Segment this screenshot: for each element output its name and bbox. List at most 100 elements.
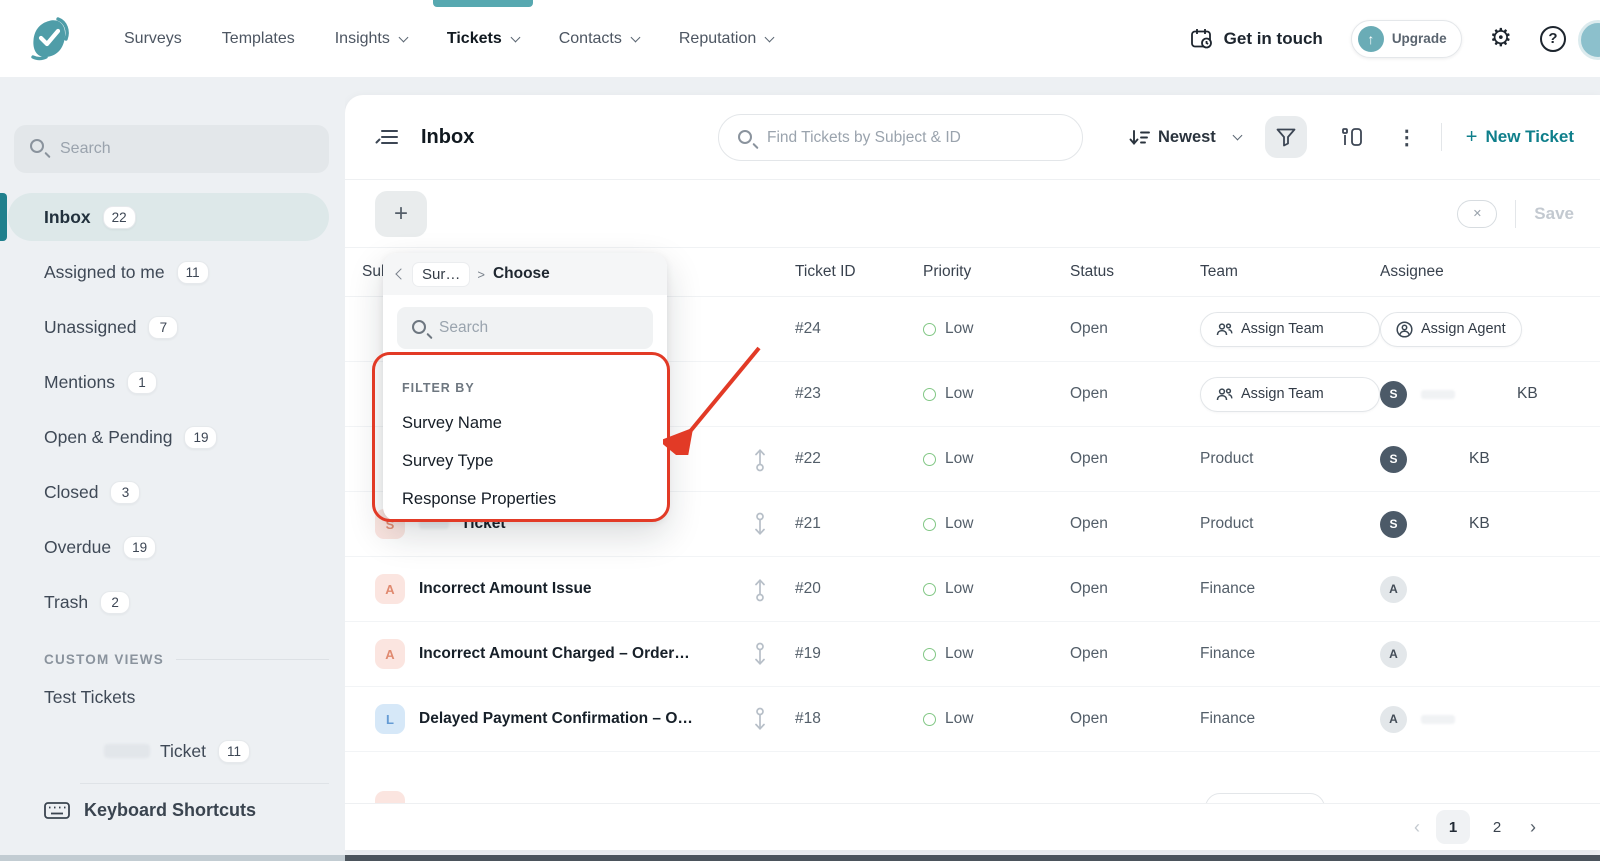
window-edge	[0, 855, 345, 861]
page-2[interactable]: 2	[1480, 810, 1514, 844]
sidebar-item-mentions[interactable]: Mentions1	[8, 358, 329, 406]
chevron-down-icon	[1232, 131, 1242, 141]
back-chevron-icon[interactable]	[395, 268, 406, 279]
priority-dot-icon	[923, 583, 936, 596]
sidebar-item-overdue[interactable]: Overdue19	[8, 523, 329, 571]
next-page-icon[interactable]: ›	[1524, 817, 1542, 838]
search-icon	[738, 130, 752, 144]
keyboard-shortcuts-label: Keyboard Shortcuts	[84, 800, 256, 821]
settings-gear-icon[interactable]: ⚙	[1490, 26, 1512, 51]
app-logo[interactable]	[0, 15, 100, 63]
filter-option-response-properties[interactable]: Response Properties	[402, 490, 653, 509]
add-filter-button[interactable]: +	[375, 191, 427, 237]
nav-item-reputation[interactable]: Reputation	[679, 0, 773, 77]
sidebar-search-input[interactable]	[14, 125, 329, 173]
nav-item-surveys[interactable]: Surveys	[124, 0, 182, 77]
filter-option-survey-type[interactable]: Survey Type	[402, 452, 653, 471]
keyboard-shortcuts-button[interactable]: Keyboard Shortcuts	[0, 784, 345, 821]
chevron-down-icon	[510, 32, 520, 42]
prev-page-icon[interactable]: ‹	[1408, 817, 1426, 838]
team-cell: Assign Team	[1200, 312, 1380, 347]
save-filter-button[interactable]: Save	[1534, 204, 1574, 224]
filter-popup: Sur… > Choose FILTER BY Survey NameSurve…	[383, 253, 667, 521]
priority-low: Low	[923, 580, 1070, 598]
custom-view-test-tickets[interactable]: Test Tickets	[8, 673, 329, 721]
sidebar-item-open-pending[interactable]: Open & Pending19	[8, 413, 329, 461]
nav-item-contacts[interactable]: Contacts	[559, 0, 639, 77]
sidebar-item-label: Overdue	[44, 537, 111, 558]
upgrade-button[interactable]: ↑ Upgrade	[1351, 20, 1462, 58]
new-ticket-button[interactable]: + New Ticket	[1466, 126, 1574, 149]
sidebar-item-label: Inbox	[44, 207, 91, 228]
sidebar-item-label: Closed	[44, 482, 98, 503]
ticket-id: #24	[785, 320, 923, 338]
team-label: Product	[1200, 450, 1253, 467]
filter-button[interactable]	[1265, 116, 1307, 158]
status-label: Open	[1070, 515, 1200, 533]
custom-view-ticket[interactable]: Ticket11	[8, 727, 329, 775]
direction-cell	[735, 447, 785, 472]
arrow-up-circle-icon	[753, 447, 767, 472]
custom-views-label: CUSTOM VIEWS	[44, 652, 164, 667]
direction-cell	[735, 707, 785, 732]
window-edge	[345, 855, 1600, 861]
divider	[1441, 123, 1442, 151]
breadcrumb-separator: >	[477, 267, 485, 282]
page-1[interactable]: 1	[1436, 810, 1470, 844]
count-badge: 22	[103, 206, 136, 229]
sidebar-item-inbox[interactable]: Inbox 22	[8, 193, 329, 241]
top-navbar: Surveys Templates Insights Tickets Contacts R…	[0, 0, 1600, 77]
clear-filters-button[interactable]: ✕	[1457, 200, 1497, 228]
collapse-sidebar-icon[interactable]	[375, 127, 399, 147]
table-row-18[interactable]: LDelayed Payment Confirmation – O…#18Low…	[345, 687, 1600, 752]
assignee-name: KB	[1469, 515, 1490, 533]
assignee-avatar[interactable]: A	[1380, 576, 1407, 603]
more-options-icon[interactable]: ⋮	[1397, 125, 1417, 150]
avatar	[375, 791, 405, 803]
count-badge: 11	[177, 261, 209, 284]
assignee-avatar[interactable]: A	[1380, 641, 1407, 668]
priority-dot-icon	[923, 323, 936, 336]
filter-search-input[interactable]	[397, 307, 653, 349]
priority-label: Low	[945, 385, 973, 403]
sidebar-search	[14, 125, 329, 173]
table-row-20[interactable]: AIncorrect Amount Issue#20LowOpenFinance…	[345, 557, 1600, 622]
assignee-cell: A	[1380, 576, 1600, 603]
nav-item-label: Surveys	[124, 30, 182, 48]
assign-team-button[interactable]: Assign Team	[1200, 377, 1380, 412]
assign-team-button[interactable]: Assign Team	[1200, 312, 1380, 347]
status-label: Open	[1070, 580, 1200, 598]
sidebar-item-assigned-to-me[interactable]: Assigned to me11	[8, 248, 329, 296]
team-label: Finance	[1200, 580, 1255, 597]
header-actions: Newest ⋮ + New Ticket	[1129, 116, 1574, 158]
sidebar-item-unassigned[interactable]: Unassigned7	[8, 303, 329, 351]
ticket-search-input[interactable]	[718, 114, 1083, 161]
assign-team-button[interactable]	[1205, 793, 1325, 803]
assignee-name: KB	[1469, 450, 1490, 468]
board-view-button[interactable]	[1331, 116, 1373, 158]
funnel-icon	[1275, 126, 1297, 148]
sidebar-item-closed[interactable]: Closed3	[8, 468, 329, 516]
help-icon[interactable]: ?	[1540, 26, 1566, 52]
subject-avatar: L	[375, 704, 405, 734]
breadcrumb-parent[interactable]: Sur…	[413, 263, 469, 286]
sidebar-item-trash[interactable]: Trash2	[8, 578, 329, 626]
assignee-avatar[interactable]: S	[1380, 381, 1407, 408]
filter-option-survey-name[interactable]: Survey Name	[402, 414, 653, 433]
chevron-down-icon	[398, 32, 408, 42]
divider	[1515, 200, 1516, 228]
assignee-avatar[interactable]: S	[1380, 446, 1407, 473]
assign-agent-button[interactable]: Assign Agent	[1380, 312, 1522, 347]
nav-item-templates[interactable]: Templates	[222, 0, 295, 77]
sort-dropdown[interactable]: Newest	[1129, 128, 1241, 147]
nav-item-tickets[interactable]: Tickets	[447, 0, 519, 77]
get-in-touch-button[interactable]: Get in touch	[1190, 28, 1323, 50]
nav-item-insights[interactable]: Insights	[335, 0, 407, 77]
assignee-avatar[interactable]: A	[1380, 706, 1407, 733]
ticket-id: #19	[785, 645, 923, 663]
team-cell: Finance	[1200, 645, 1380, 663]
table-row-19[interactable]: AIncorrect Amount Charged – Order…#19Low…	[345, 622, 1600, 687]
nav-item-label: Insights	[335, 30, 390, 48]
assignee-avatar[interactable]: S	[1380, 511, 1407, 538]
nav-item-label: Reputation	[679, 30, 756, 48]
